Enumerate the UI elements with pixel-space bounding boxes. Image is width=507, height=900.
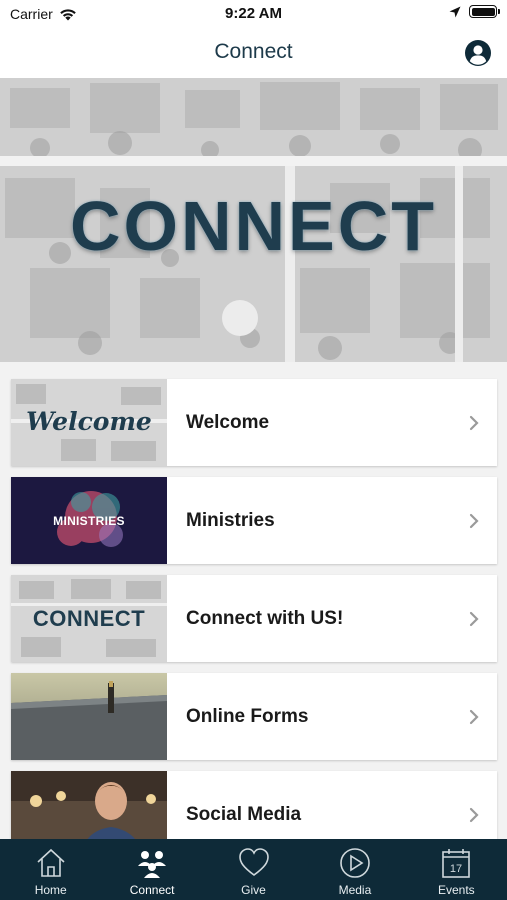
status-bar: Carrier 9:22 AM [0, 0, 507, 28]
play-icon [340, 848, 370, 878]
welcome-thumbnail-text: Welcome [26, 407, 152, 436]
hero-banner: CONNECT [0, 78, 507, 362]
list-item-label: Social Media [186, 803, 302, 825]
tab-label: Media [338, 883, 372, 897]
tab-connect[interactable]: Connect [101, 839, 202, 900]
book-photo [11, 673, 167, 760]
list-item-label: Ministries [186, 509, 275, 531]
list-item-label: Connect with US! [186, 607, 344, 629]
list-item-connect-with-us[interactable]: CONNECT Connect with US! [11, 575, 497, 662]
chevron-right-icon [469, 709, 479, 725]
tab-label: Connect [129, 883, 175, 897]
list-item-welcome[interactable]: Welcome Welcome [11, 379, 497, 466]
tab-events[interactable]: 17 Events [406, 839, 507, 900]
profile-icon[interactable] [464, 39, 492, 67]
battery-icon [469, 5, 500, 18]
connect-thumbnail: CONNECT [11, 575, 167, 662]
location-arrow-icon [449, 6, 461, 17]
people-icon [138, 851, 167, 878]
calendar-icon: 17 [442, 849, 471, 878]
list-item-label: Online Forms [186, 705, 309, 727]
chevron-right-icon [469, 807, 479, 823]
tab-label: Home [34, 883, 67, 897]
connect-list: Welcome Welcome MINISTRIES Ministries CO… [11, 379, 497, 869]
tab-media[interactable]: Media [304, 839, 405, 900]
tab-home[interactable]: Home [0, 839, 101, 900]
chevron-right-icon [469, 415, 479, 431]
chevron-right-icon [469, 513, 479, 529]
list-item-label: Welcome [186, 411, 270, 433]
calendar-day: 17 [450, 863, 462, 875]
hero-title: CONNECT [69, 187, 438, 265]
online-forms-thumbnail [11, 673, 167, 760]
tab-label: Events [437, 883, 475, 897]
heart-icon [238, 848, 269, 876]
tab-bar: Home Connect Give Media 17 Events [0, 839, 507, 900]
tab-give[interactable]: Give [203, 839, 304, 900]
ministries-thumbnail-text: MINISTRIES [53, 514, 125, 528]
chevron-right-icon [469, 611, 479, 627]
list-item-ministries[interactable]: MINISTRIES Ministries [11, 477, 497, 564]
welcome-thumbnail: Welcome [11, 379, 167, 466]
ministries-thumbnail: MINISTRIES [11, 477, 167, 564]
list-item-online-forms[interactable]: Online Forms [11, 673, 497, 760]
page-title: Connect [214, 40, 293, 63]
navigation-bar: Connect [0, 28, 507, 78]
tab-label: Give [241, 883, 266, 897]
connect-thumbnail-text: CONNECT [32, 606, 146, 631]
home-icon [37, 848, 65, 877]
status-time: 9:22 AM [225, 5, 282, 22]
